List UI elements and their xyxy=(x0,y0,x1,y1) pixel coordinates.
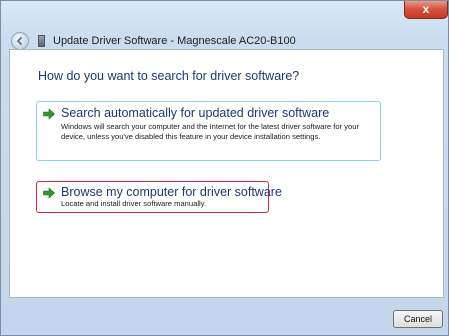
device-icon xyxy=(38,35,45,47)
browse-computer-option[interactable]: Browse my computer for driver software L… xyxy=(36,181,282,213)
option-title: Search automatically for updated driver … xyxy=(61,106,330,120)
search-automatically-option[interactable]: Search automatically for updated driver … xyxy=(36,101,381,161)
content-panel: How do you want to search for driver sof… xyxy=(9,49,444,298)
title-bar: Update Driver Software - Magnescale AC20… xyxy=(1,1,449,50)
option-description: Locate and install driver software manua… xyxy=(61,199,207,208)
green-arrow-icon xyxy=(43,108,55,120)
dialog-window: Update Driver Software - Magnescale AC20… xyxy=(0,0,449,336)
option-description: Windows will search your computer and th… xyxy=(61,122,359,141)
green-arrow-icon xyxy=(43,187,55,199)
back-arrow-icon xyxy=(16,36,23,46)
close-button[interactable]: x xyxy=(404,1,448,19)
close-icon: x xyxy=(422,2,430,16)
back-button[interactable] xyxy=(11,32,29,50)
page-heading: How do you want to search for driver sof… xyxy=(38,69,300,83)
cancel-button[interactable]: Cancel xyxy=(393,310,443,328)
window-title: Update Driver Software - Magnescale AC20… xyxy=(53,35,296,47)
option-title: Browse my computer for driver software xyxy=(61,185,282,199)
